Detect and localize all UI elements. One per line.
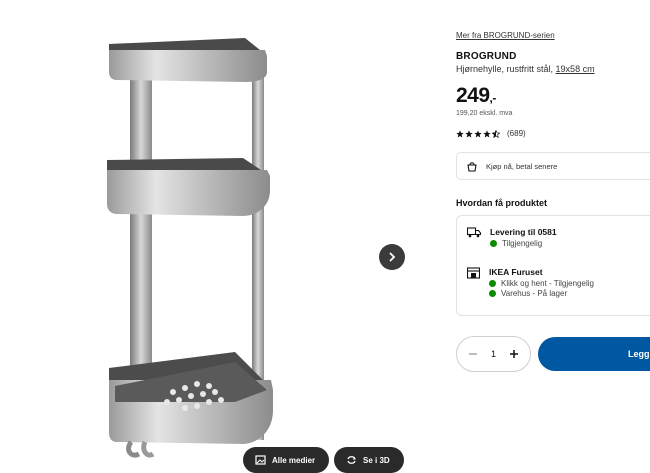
star-icon [474,129,482,137]
increase-quantity-button[interactable] [505,345,523,363]
product-image [107,38,273,458]
price-suffix: ,- [489,91,497,105]
product-description: Hjørnehylle, rustfritt stål, 19x58 cm [456,64,595,74]
available-dot-icon [490,240,497,247]
minus-icon [469,353,477,355]
price-value: 249 [456,84,490,107]
product-name: BROGRUND [456,51,517,62]
in-stock-dot-icon [489,290,496,297]
chevron-right-icon [389,252,396,262]
truck-icon [467,227,481,238]
store-stock-status: Varehus - På lager [501,289,568,298]
store-option-title: IKEA Furuset [489,267,543,277]
decrease-quantity-button[interactable] [464,345,482,363]
klarna-label: Kjøp nå, betal senere [486,161,558,171]
quantity-value[interactable]: 1 [491,349,496,359]
star-icon [465,129,473,137]
rating-count: (689) [507,129,526,138]
view-3d-label: Se i 3D [363,455,390,465]
rotate-3d-icon [347,456,356,464]
price-ex-vat: 199,20 ekskl. mva [456,110,513,117]
delivery-option[interactable]: Levering til 0581 Tilgjengelig [467,227,557,248]
delivery-options: Levering til 0581 Tilgjengelig IKEA Furu… [456,215,650,316]
available-dot-icon [489,280,496,287]
quantity-stepper: 1 [456,336,531,372]
view-3d-button[interactable]: Se i 3D [334,447,404,473]
add-to-cart-button[interactable]: Legg [538,337,650,371]
store-option[interactable]: IKEA Furuset Klikk og hent - Tilgjengeli… [467,267,594,298]
price: 249,- [456,84,496,108]
delivery-status: Tilgjengelig [502,239,543,248]
klarna-logo-icon [467,162,477,172]
star-icon [456,129,464,137]
series-link[interactable]: Mer fra BROGRUND-serien [456,31,555,40]
delivery-heading: Hvordan få produktet [456,198,548,208]
store-icon [467,267,480,279]
product-gallery: Alle medier Se i 3D [0,0,430,473]
click-collect-status: Klikk og hent - Tilgjengelig [501,279,594,288]
star-rating [456,129,500,138]
klarna-banner[interactable]: Kjøp nå, betal senere [456,152,650,180]
all-media-button[interactable]: Alle medier [243,447,329,473]
size-link[interactable]: 19x58 cm [556,64,595,74]
image-gallery-icon [255,455,266,465]
star-icon [483,129,491,137]
description-text: Hjørnehylle, rustfritt stål, [456,64,554,74]
add-to-cart-label: Legg [628,349,650,359]
all-media-label: Alle medier [272,455,316,465]
rating[interactable]: (689) [456,129,526,138]
half-star-icon [492,129,500,138]
delivery-option-title: Levering til 0581 [490,227,557,237]
plus-icon [509,350,518,358]
next-image-button[interactable] [379,244,405,270]
